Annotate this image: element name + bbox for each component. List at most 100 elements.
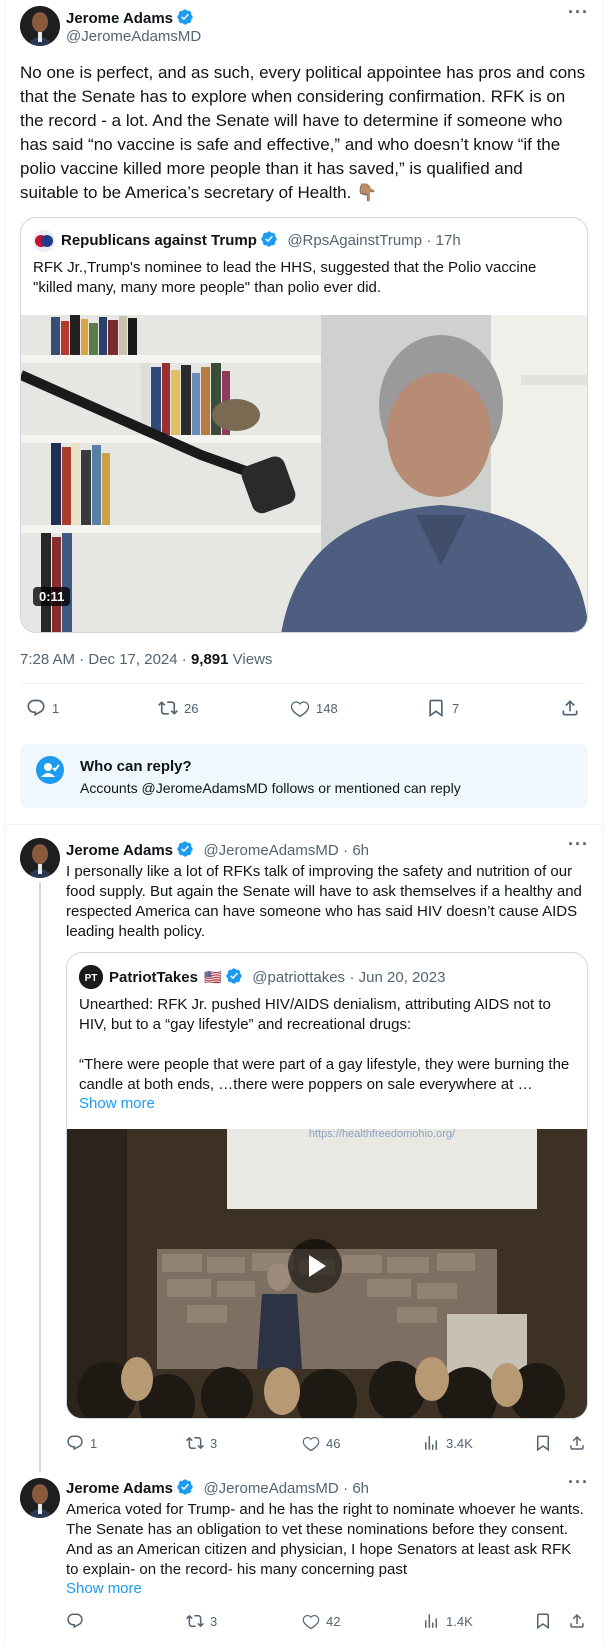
quote-author-name: PatriotTakes — [109, 969, 198, 986]
repost-icon — [158, 701, 178, 715]
views-count: 9,891 — [190, 651, 229, 668]
reply-author-handle[interactable]: @JeromeAdamsMD — [203, 1480, 338, 1497]
verified-badge-icon — [177, 841, 193, 857]
author-name[interactable]: Jerome Adams — [66, 10, 173, 27]
tweet-text: No one is perfect, and as such, every po… — [20, 63, 586, 202]
quote-author-handle: @patriottakes — [252, 969, 346, 986]
like-button[interactable]: 42 — [302, 1612, 340, 1630]
quote-header: Republicans against Trump @RpsAgainstTru… — [61, 230, 461, 250]
quote-time: · Jun 20, 2023 — [349, 969, 446, 986]
views-button[interactable]: 3.4K — [422, 1434, 473, 1452]
share-icon — [570, 1435, 584, 1450]
views-button[interactable]: 1.4K — [422, 1612, 473, 1630]
reply-icon — [67, 1613, 83, 1629]
repost-icon — [186, 1436, 204, 1450]
reply-button[interactable]: 1 — [66, 1434, 97, 1452]
repost-button[interactable]: 3 — [186, 1612, 217, 1630]
reply-icon — [67, 1435, 83, 1451]
quote-text-2: “There were people that were part of a g… — [79, 1056, 570, 1093]
screen-url: https://healthfreedomohio.org/ — [309, 1129, 456, 1140]
share-button[interactable] — [568, 1612, 586, 1630]
play-icon — [309, 1255, 326, 1277]
views-icon — [425, 1436, 437, 1450]
reply-author-handle[interactable]: @JeromeAdamsMD — [203, 842, 338, 859]
bookmark-icon — [537, 1613, 549, 1630]
share-icon — [570, 1613, 584, 1628]
verified-badge-icon — [226, 968, 242, 984]
verified-badge-icon — [177, 1479, 193, 1495]
flag-icon: 🇺🇸 — [204, 969, 222, 985]
quote-header: PatriotTakes 🇺🇸 @patriottakes · Jun 20, … — [109, 967, 445, 987]
show-more-link[interactable]: Show more — [79, 1095, 155, 1112]
reply-time[interactable]: · 6h — [343, 842, 369, 859]
quote-author-avatar — [33, 230, 55, 252]
like-button[interactable]: 148 — [290, 698, 338, 718]
quoted-tweet[interactable]: Republicans against Trump @RpsAgainstTru… — [20, 217, 588, 633]
reply-author-avatar[interactable] — [20, 1478, 60, 1518]
views-count: 1.4K — [446, 1613, 473, 1629]
like-icon — [290, 701, 310, 718]
like-count: 42 — [326, 1613, 341, 1629]
quote-author-name: Republicans against Trump — [61, 232, 257, 249]
views-count: 3.4K — [446, 1435, 473, 1451]
video-thumbnail — [21, 315, 587, 632]
like-count: 46 — [326, 1435, 341, 1451]
quote-video[interactable]: https://healthfreedomohio.org/ — [67, 1129, 587, 1418]
svg-text:PT: PT — [85, 973, 98, 984]
reply-time[interactable]: · 6h — [343, 1480, 369, 1497]
more-options-icon[interactable]: ··· — [568, 1472, 589, 1493]
repost-button[interactable]: 26 — [158, 698, 198, 718]
reply-icon — [27, 699, 45, 717]
share-button[interactable] — [560, 698, 580, 718]
repost-count: 3 — [210, 1435, 218, 1451]
divider — [5, 824, 603, 825]
who-can-reply-text: Accounts @JeromeAdamsMD follows or menti… — [80, 780, 461, 796]
tweet-timestamp[interactable]: 7:28 AM · Dec 17, 2024 · — [20, 651, 187, 668]
views-icon — [425, 1614, 437, 1628]
quote-author-handle: @RpsAgainstTrump — [287, 232, 423, 249]
reply-author-name[interactable]: Jerome Adams — [66, 1480, 173, 1497]
quote-time: · 17h — [426, 232, 461, 249]
quote-video[interactable]: 0:11 — [21, 315, 587, 632]
show-more-link[interactable]: Show more — [66, 1580, 142, 1597]
reply-text: I personally like a lot of RFKs talk of … — [66, 863, 582, 940]
quote-text: RFK Jr.,Trump's nominee to lead the HHS,… — [33, 259, 537, 296]
share-icon — [562, 700, 578, 716]
reply-button[interactable]: 1 — [26, 698, 59, 718]
play-button[interactable] — [288, 1239, 342, 1293]
author-handle[interactable]: @JeromeAdamsMD — [66, 28, 201, 45]
reply-text: America voted for Trump- and he has the … — [66, 1501, 584, 1578]
repost-icon — [186, 1614, 204, 1628]
video-duration: 0:11 — [33, 587, 71, 606]
reply-count: 1 — [90, 1435, 98, 1451]
more-options-icon[interactable]: ··· — [568, 834, 589, 855]
who-can-reply-title: Who can reply? — [80, 758, 192, 775]
tweet-meta: 7:28 AM · Dec 17, 2024 · 9,891 Views — [20, 651, 272, 668]
reply-author-name[interactable]: Jerome Adams — [66, 842, 173, 859]
verified-badge-icon — [177, 9, 193, 25]
verified-badge-icon — [261, 231, 277, 247]
bookmark-count: 7 — [452, 700, 460, 716]
who-can-reply-box: Who can reply? Accounts @JeromeAdamsMD f… — [20, 744, 588, 808]
bookmark-button[interactable] — [534, 1612, 552, 1630]
reply-button[interactable] — [66, 1612, 84, 1630]
more-options-icon[interactable]: ··· — [568, 2, 589, 23]
like-icon — [302, 1436, 320, 1452]
bookmark-icon — [429, 699, 443, 718]
like-button[interactable]: 46 — [302, 1434, 340, 1452]
quote-text-1: Unearthed: RFK Jr. pushed HIV/AIDS denia… — [79, 996, 551, 1033]
mention-icon — [36, 756, 64, 784]
reply-author-avatar[interactable] — [20, 838, 60, 878]
repost-button[interactable]: 3 — [186, 1434, 217, 1452]
reply-header: Jerome Adams @JeromeAdamsMD · 6h — [66, 840, 369, 860]
quoted-tweet[interactable]: PT PatriotTakes 🇺🇸 @patriottakes · Jun 2… — [66, 952, 588, 1419]
bookmark-button[interactable] — [534, 1434, 552, 1452]
repost-count: 3 — [210, 1613, 218, 1629]
repost-count: 26 — [184, 700, 199, 716]
share-button[interactable] — [568, 1434, 586, 1452]
bookmark-button[interactable]: 7 — [426, 698, 459, 718]
reply-header: Jerome Adams @JeromeAdamsMD · 6h — [66, 1478, 369, 1498]
reply-count: 1 — [52, 700, 60, 716]
author-avatar[interactable] — [20, 6, 60, 46]
like-count: 148 — [316, 700, 338, 716]
